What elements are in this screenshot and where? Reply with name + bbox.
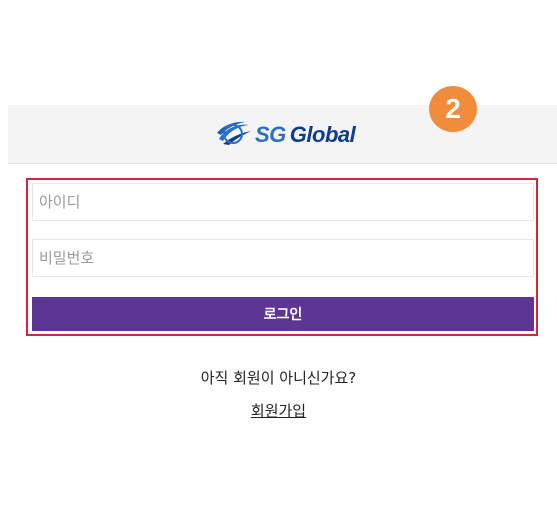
globe-swoosh-icon [213,119,253,151]
signup-prompt-text: 아직 회원이 아니신가요? [200,369,357,387]
logo-global-text: Global [289,122,356,147]
password-input[interactable] [32,239,534,277]
logo-wordmark: SG Global [255,121,356,149]
signup-link-container: 회원가입 [0,400,557,421]
user-id-input[interactable] [32,183,534,221]
sg-global-logo[interactable]: SG Global [213,119,356,151]
signup-link[interactable]: 회원가입 [251,402,306,420]
login-form-highlight: 로그인 [26,178,538,336]
login-button[interactable]: 로그인 [32,297,534,331]
step-number-badge: 2 [429,86,477,132]
logo-sg-text: SG [255,122,286,147]
